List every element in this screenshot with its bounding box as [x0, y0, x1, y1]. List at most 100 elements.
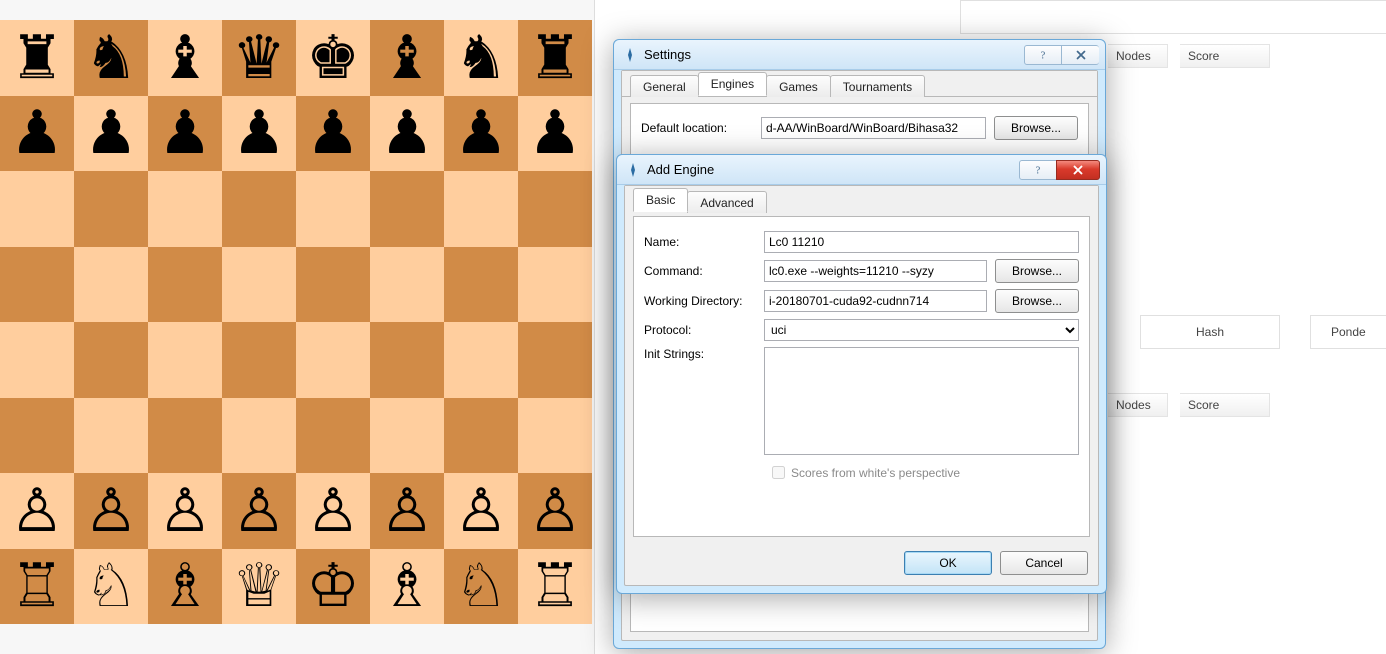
square-f4[interactable]	[370, 322, 444, 398]
workdir-input[interactable]	[764, 290, 987, 312]
square-d4[interactable]	[222, 322, 296, 398]
square-d2[interactable]: ♙	[222, 473, 296, 549]
black-pawn-icon: ♟	[10, 103, 64, 163]
workdir-browse-button[interactable]: Browse...	[995, 289, 1079, 313]
tab-games[interactable]: Games	[766, 75, 831, 97]
square-e8[interactable]: ♚	[296, 20, 370, 96]
square-d8[interactable]: ♛	[222, 20, 296, 96]
square-b4[interactable]	[74, 322, 148, 398]
square-e2[interactable]: ♙	[296, 473, 370, 549]
tab-tournaments[interactable]: Tournaments	[830, 75, 925, 97]
square-g7[interactable]: ♟	[444, 96, 518, 172]
square-d6[interactable]	[222, 171, 296, 247]
command-browse-button[interactable]: Browse...	[995, 259, 1079, 283]
protocol-select[interactable]: uci	[764, 319, 1079, 341]
column-header-score[interactable]: Score	[1180, 44, 1270, 68]
square-b7[interactable]: ♟	[74, 96, 148, 172]
column-header-hash[interactable]: Hash	[1140, 315, 1280, 349]
square-h6[interactable]	[518, 171, 592, 247]
column-header-ponder[interactable]: Ponde	[1310, 315, 1386, 349]
square-f8[interactable]: ♝	[370, 20, 444, 96]
square-d5[interactable]	[222, 247, 296, 323]
square-b5[interactable]	[74, 247, 148, 323]
scores-white-checkbox[interactable]	[772, 466, 785, 479]
tab-basic[interactable]: Basic	[633, 188, 688, 212]
command-input[interactable]	[764, 260, 987, 282]
white-knight-icon: ♘	[454, 556, 508, 616]
square-d1[interactable]: ♕	[222, 549, 296, 625]
square-a3[interactable]	[0, 398, 74, 474]
square-f6[interactable]	[370, 171, 444, 247]
square-h2[interactable]: ♙	[518, 473, 592, 549]
square-d7[interactable]: ♟	[222, 96, 296, 172]
square-e3[interactable]	[296, 398, 370, 474]
square-h1[interactable]: ♖	[518, 549, 592, 625]
close-button[interactable]	[1061, 45, 1099, 65]
square-e1[interactable]: ♔	[296, 549, 370, 625]
square-a6[interactable]	[0, 171, 74, 247]
square-g5[interactable]	[444, 247, 518, 323]
square-a7[interactable]: ♟	[0, 96, 74, 172]
square-f2[interactable]: ♙	[370, 473, 444, 549]
default-location-browse-button[interactable]: Browse...	[994, 116, 1078, 140]
square-c6[interactable]	[148, 171, 222, 247]
square-g8[interactable]: ♞	[444, 20, 518, 96]
square-f5[interactable]	[370, 247, 444, 323]
square-a1[interactable]: ♖	[0, 549, 74, 625]
square-c1[interactable]: ♗	[148, 549, 222, 625]
chessboard[interactable]: ♜♞♝♛♚♝♞♜♟♟♟♟♟♟♟♟♙♙♙♙♙♙♙♙♖♘♗♕♔♗♘♖	[0, 20, 592, 624]
square-a4[interactable]	[0, 322, 74, 398]
tab-advanced[interactable]: Advanced	[687, 191, 766, 213]
square-b3[interactable]	[74, 398, 148, 474]
initstrings-textarea[interactable]	[764, 347, 1079, 455]
square-g2[interactable]: ♙	[444, 473, 518, 549]
square-f3[interactable]	[370, 398, 444, 474]
close-button[interactable]	[1056, 160, 1100, 180]
square-h8[interactable]: ♜	[518, 20, 592, 96]
square-a5[interactable]	[0, 247, 74, 323]
cancel-button[interactable]: Cancel	[1000, 551, 1088, 575]
square-c7[interactable]: ♟	[148, 96, 222, 172]
square-c2[interactable]: ♙	[148, 473, 222, 549]
settings-tabs: General Engines Games Tournaments	[622, 71, 1097, 97]
square-c8[interactable]: ♝	[148, 20, 222, 96]
square-h5[interactable]	[518, 247, 592, 323]
square-e4[interactable]	[296, 322, 370, 398]
square-c3[interactable]	[148, 398, 222, 474]
square-a2[interactable]: ♙	[0, 473, 74, 549]
column-header-nodes-2[interactable]: Nodes	[1108, 393, 1168, 417]
square-b1[interactable]: ♘	[74, 549, 148, 625]
square-g3[interactable]	[444, 398, 518, 474]
square-g4[interactable]	[444, 322, 518, 398]
square-g6[interactable]	[444, 171, 518, 247]
square-g1[interactable]: ♘	[444, 549, 518, 625]
tab-general[interactable]: General	[630, 75, 699, 97]
square-f7[interactable]: ♟	[370, 96, 444, 172]
square-d3[interactable]	[222, 398, 296, 474]
square-e7[interactable]: ♟	[296, 96, 370, 172]
column-header-nodes[interactable]: Nodes	[1108, 44, 1168, 68]
help-button[interactable]: ?	[1024, 45, 1062, 65]
square-b8[interactable]: ♞	[74, 20, 148, 96]
square-c4[interactable]	[148, 322, 222, 398]
square-a8[interactable]: ♜	[0, 20, 74, 96]
white-knight-icon: ♘	[84, 556, 138, 616]
square-b6[interactable]	[74, 171, 148, 247]
tab-engines[interactable]: Engines	[698, 72, 767, 96]
square-h7[interactable]: ♟	[518, 96, 592, 172]
square-h3[interactable]	[518, 398, 592, 474]
square-h4[interactable]	[518, 322, 592, 398]
help-button[interactable]: ?	[1019, 160, 1057, 180]
ok-button[interactable]: OK	[904, 551, 992, 575]
square-e6[interactable]	[296, 171, 370, 247]
square-c5[interactable]	[148, 247, 222, 323]
square-e5[interactable]	[296, 247, 370, 323]
settings-titlebar[interactable]: Settings ?	[614, 40, 1105, 70]
square-b2[interactable]: ♙	[74, 473, 148, 549]
column-header-score-2[interactable]: Score	[1180, 393, 1270, 417]
square-f1[interactable]: ♗	[370, 549, 444, 625]
name-input[interactable]	[764, 231, 1079, 253]
default-location-input[interactable]	[761, 117, 986, 139]
add-engine-tab-body: Name: Command: Browse... Working Directo…	[633, 216, 1090, 537]
add-engine-titlebar[interactable]: Add Engine ?	[617, 155, 1106, 185]
